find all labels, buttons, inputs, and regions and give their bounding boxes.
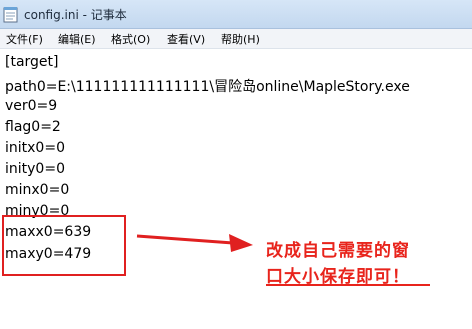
menu-view[interactable]: 查看(V) [167, 31, 205, 47]
editor-line: initx0=0 [5, 140, 65, 156]
menu-file[interactable]: 文件(F) [6, 31, 43, 47]
menu-help[interactable]: 帮助(H) [221, 31, 260, 47]
editor-line: minx0=0 [5, 182, 70, 198]
window-title: config.ini - 记事本 [24, 8, 127, 22]
menu-edit[interactable]: 编辑(E) [58, 31, 96, 47]
editor-line: [target] [5, 54, 59, 70]
menu-format[interactable]: 格式(O) [111, 31, 150, 47]
annotation-underline [266, 284, 430, 286]
editor-line: flag0=2 [5, 119, 61, 135]
editor-line: path0=E:\111111111111111\冒险岛online\Maple… [5, 79, 410, 95]
arrow-right-icon [136, 234, 253, 252]
notepad-icon [3, 7, 18, 23]
annotation-line-1: 改成自己需要的窗 [266, 241, 410, 261]
editor-line: ver0=9 [5, 98, 58, 114]
menu-bar: 文件(F) 编辑(E) 格式(O) 查看(V) 帮助(H) [0, 29, 472, 49]
title-bar[interactable]: config.ini - 记事本 [0, 0, 472, 29]
highlight-box [2, 215, 126, 276]
editor-line: inity0=0 [5, 161, 65, 177]
